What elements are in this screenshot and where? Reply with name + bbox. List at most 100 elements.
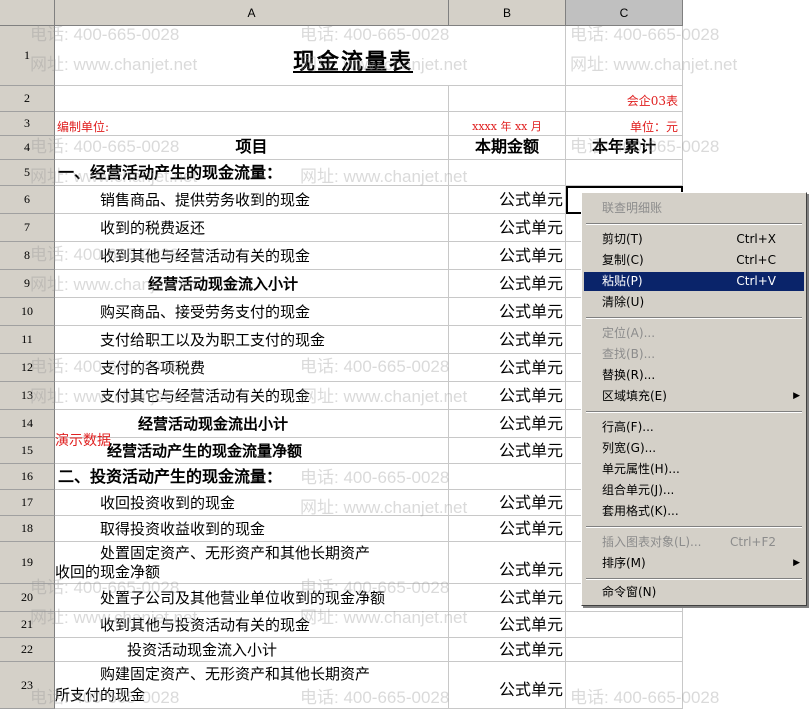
cell-b2[interactable] [449,86,566,112]
row-header[interactable]: 4 [0,136,55,160]
row-header[interactable]: 19 [0,542,55,584]
item-label-multiline[interactable]: 处置固定资产、无形资产和其他长期资产 收回的现金净额 [55,542,449,584]
cell-c23[interactable] [566,662,683,709]
header-item[interactable]: 项目 [55,136,449,160]
item-label[interactable]: 取得投资收益收到的现金 [55,516,449,542]
subtotal-label[interactable]: 经营活动现金流入小计 [55,270,449,298]
cell-b16[interactable] [449,464,566,490]
item-label[interactable]: 收到其他与投资活动有关的现金 [55,612,449,638]
menu-item-apply-format[interactable]: 套用格式(K)... [584,502,804,521]
item-label[interactable]: 支付的各项税费 [55,354,449,382]
row-header[interactable]: 6 [0,186,55,214]
formula-cell[interactable]: 公式单元 [449,490,566,516]
menu-item-drilldown[interactable]: 联查明细账 [584,199,804,218]
formula-cell[interactable]: 公式单元 [449,326,566,354]
item-label-line1: 购建固定资产、无形资产和其他长期资产 [100,665,371,683]
formula-cell[interactable]: 公式单元 [449,354,566,382]
menu-item-cut[interactable]: 剪切(T) Ctrl+X [584,230,804,249]
cell-c1[interactable] [566,26,683,86]
menu-item-merge-cells[interactable]: 组合单元(J)... [584,481,804,500]
cell-c5[interactable] [566,160,683,186]
unit-label[interactable]: 编制单位: [55,112,449,136]
row-header[interactable]: 23 [0,662,55,709]
menu-item-insert-chart[interactable]: 插入图表对象(L)... Ctrl+F2 [584,533,804,552]
row-header[interactable]: 20 [0,584,55,612]
formula-cell[interactable]: 公式单元 [449,242,566,270]
menu-item-replace[interactable]: 替换(R)... [584,366,804,385]
item-label[interactable]: 购买商品、接受劳务支付的现金 [55,298,449,326]
row-header[interactable]: 9 [0,270,55,298]
formula-cell[interactable]: 公式单元 [449,382,566,410]
row-header[interactable]: 10 [0,298,55,326]
net-flow-label[interactable]: 经营活动产生的现金流量净额 [55,438,449,464]
cell-c22[interactable] [566,638,683,662]
menu-item-col-width[interactable]: 列宽(G)... [584,439,804,458]
row-header[interactable]: 1 [0,26,55,86]
section-investing[interactable]: 二、投资活动产生的现金流量： [55,464,449,490]
menu-item-find[interactable]: 查找(B)... [584,345,804,364]
row-header[interactable]: 22 [0,638,55,662]
formula-cell[interactable]: 公式单元 [449,662,566,709]
menu-separator [586,223,802,225]
row-header[interactable]: 18 [0,516,55,542]
subtotal-label[interactable]: 经营活动现金流出小计 [55,410,449,438]
row-header[interactable]: 8 [0,242,55,270]
cell-b5[interactable] [449,160,566,186]
item-label[interactable]: 处置子公司及其他营业单位收到的现金净额 [55,584,449,612]
row-header[interactable]: 2 [0,86,55,112]
menu-item-command-window[interactable]: 命令窗(N) [584,583,804,602]
menu-item-clear[interactable]: 清除(U) [584,293,804,312]
formula-cell[interactable]: 公式单元 [449,542,566,584]
row-header[interactable]: 17 [0,490,55,516]
formula-cell[interactable]: 公式单元 [449,438,566,464]
menu-item-copy[interactable]: 复制(C) Ctrl+C [584,251,804,270]
row-header[interactable]: 5 [0,160,55,186]
cell-c21[interactable] [566,612,683,638]
menu-item-goto[interactable]: 定位(A)... [584,324,804,343]
formula-cell[interactable]: 公式单元 [449,410,566,438]
formula-cell[interactable]: 公式单元 [449,584,566,612]
section-operating[interactable]: 一、经营活动产生的现金流量： [55,160,449,186]
column-header-a[interactable]: A [55,0,449,26]
formula-cell[interactable]: 公式单元 [449,298,566,326]
currency-unit[interactable]: 单位：元 [566,112,683,136]
header-current[interactable]: 本期金额 [449,136,566,160]
formula-cell[interactable]: 公式单元 [449,186,566,214]
menu-item-cell-props[interactable]: 单元属性(H)... [584,460,804,479]
row-header[interactable]: 12 [0,354,55,382]
column-header-b[interactable]: B [449,0,566,26]
item-label-line1: 处置固定资产、无形资产和其他长期资产 [100,544,371,562]
row-header[interactable]: 11 [0,326,55,354]
formula-cell[interactable]: 公式单元 [449,638,566,662]
menu-item-fill-range[interactable]: 区域填充(E) ▶ [584,387,804,406]
row-header[interactable]: 3 [0,112,55,136]
item-label[interactable]: 收到的税费返还 [55,214,449,242]
cell-b1[interactable] [449,26,566,86]
column-header-c[interactable]: C [566,0,683,26]
item-label[interactable]: 支付其它与经营活动有关的现金 [55,382,449,410]
menu-item-sort[interactable]: 排序(M) ▶ [584,554,804,573]
item-label[interactable]: 支付给职工以及为职工支付的现金 [55,326,449,354]
formula-cell[interactable]: 公式单元 [449,214,566,242]
row-header[interactable]: 13 [0,382,55,410]
menu-item-row-height[interactable]: 行高(F)... [584,418,804,437]
row-header[interactable]: 14 [0,410,55,438]
header-ytd[interactable]: 本年累计 [566,136,683,160]
form-code[interactable]: 会企03表 [566,86,683,112]
cell-a2[interactable] [55,86,449,112]
item-label[interactable]: 销售商品、提供劳务收到的现金 [55,186,449,214]
item-label[interactable]: 收到其他与经营活动有关的现金 [55,242,449,270]
select-all-corner[interactable] [0,0,55,26]
formula-cell[interactable]: 公式单元 [449,270,566,298]
subtotal-label[interactable]: 投资活动现金流入小计 [55,638,449,662]
formula-cell[interactable]: 公式单元 [449,516,566,542]
formula-cell[interactable]: 公式单元 [449,612,566,638]
item-label[interactable]: 收回投资收到的现金 [55,490,449,516]
row-header[interactable]: 7 [0,214,55,242]
menu-item-paste[interactable]: 粘贴(P) Ctrl+V [584,272,804,291]
row-header[interactable]: 16 [0,464,55,490]
period[interactable]: xxxx 年 xx 月 [449,112,566,136]
row-header[interactable]: 21 [0,612,55,638]
item-label-multiline[interactable]: 购建固定资产、无形资产和其他长期资产 所支付的现金 [55,662,449,709]
row-header[interactable]: 15 [0,438,55,464]
